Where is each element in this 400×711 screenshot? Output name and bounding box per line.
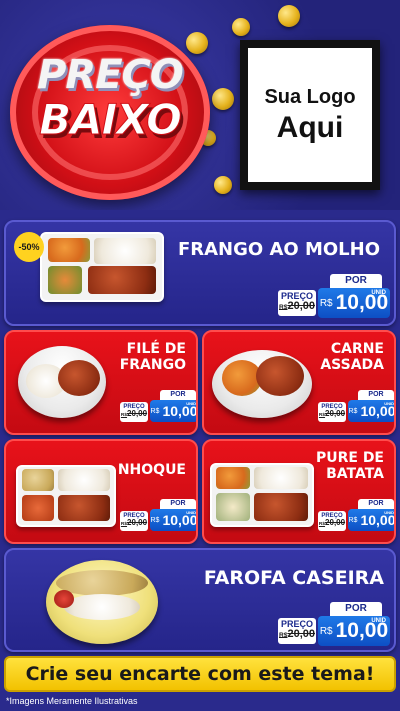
product-name: CARNE ASSADA (320, 341, 384, 373)
headline: PREÇO BAIXO (10, 55, 210, 141)
new-price: R$ 10,00 UNID (348, 400, 394, 422)
logo-text-line2: Aqui (276, 110, 344, 144)
food-image (16, 465, 116, 527)
old-price: PREÇO R$20,00 (318, 402, 346, 422)
food-image (18, 346, 106, 418)
product-card-file-de-frango[interactable]: FILÉ DE FRANGO POR PREÇO R$20,00 R$ 10,0… (4, 330, 198, 435)
product-card-farofa-caseira[interactable]: FAROFA CASEIRA POR PREÇO R$20,00 R$ 10,0… (4, 548, 396, 652)
food-image (46, 560, 158, 644)
header-banner: PREÇO BAIXO Sua Logo Aqui (0, 0, 400, 210)
por-label: POR (330, 602, 382, 616)
coin-icon (212, 88, 234, 110)
food-image (210, 463, 314, 527)
new-price: R$ 10,00 UNID (150, 509, 196, 531)
product-card-nhoque[interactable]: NHOQUE POR PREÇO R$20,00 R$ 10,00 UNID (4, 439, 198, 544)
por-label: POR (160, 390, 196, 400)
headline-line2: BAIXO (39, 95, 183, 144)
product-card-frango-ao-molho[interactable]: -50% FRANGO AO MOLHO POR PREÇO R$20,00 R… (4, 220, 396, 326)
product-name: FAROFA CASEIRA (203, 567, 384, 589)
food-image (40, 232, 164, 302)
disclaimer-text: *Imagens Meramente Ilustrativas (6, 696, 138, 706)
old-price: PREÇO R$20,00 (278, 618, 316, 644)
product-card-carne-assada[interactable]: CARNE ASSADA POR PREÇO R$20,00 R$ 10,00 … (202, 330, 396, 435)
old-price: PREÇO R$20,00 (120, 511, 148, 531)
por-label: POR (358, 499, 394, 509)
product-name: PURE DE BATATA (315, 450, 384, 482)
por-label: POR (358, 390, 394, 400)
new-price: R$ 10,00 UNID (150, 400, 196, 422)
old-price: PREÇO R$20,00 (278, 290, 316, 316)
price-tag: POR PREÇO R$20,00 R$ 10,00 UNID (278, 602, 392, 648)
product-name: NHOQUE (117, 462, 186, 478)
coin-icon (232, 18, 250, 36)
coin-icon (186, 32, 208, 54)
new-price: R$ 10,00 UNID (348, 509, 394, 531)
product-name: FRANGO AO MOLHO (177, 239, 380, 260)
price-tag: POR PREÇO R$20,00 R$ 10,00 UNID (318, 390, 394, 424)
new-price: R$ 10,00 UNID (318, 288, 390, 318)
price-tag: POR PREÇO R$20,00 R$ 10,00 UNID (120, 390, 196, 424)
por-label: POR (330, 274, 382, 288)
logo-text-line1: Sua Logo (264, 85, 356, 108)
price-tag: POR PREÇO R$20,00 R$ 10,00 UNID (120, 499, 196, 533)
food-image (212, 350, 312, 418)
coin-icon (278, 5, 300, 27)
coin-icon (214, 176, 232, 194)
logo-placeholder[interactable]: Sua Logo Aqui (240, 40, 380, 190)
old-price: PREÇO R$20,00 (120, 402, 148, 422)
discount-badge: -50% (14, 232, 44, 262)
headline-line1: PREÇO (37, 52, 184, 98)
product-card-pure-de-batata[interactable]: PURE DE BATATA POR PREÇO R$20,00 R$ 10,0… (202, 439, 396, 544)
old-price: PREÇO R$20,00 (318, 511, 346, 531)
new-price: R$ 10,00 UNID (318, 616, 390, 646)
product-name: FILÉ DE FRANGO (119, 341, 186, 373)
cta-banner[interactable]: Crie seu encarte com este tema! (4, 656, 396, 692)
price-tag: POR PREÇO R$20,00 R$ 10,00 UNID (278, 274, 392, 320)
price-tag: POR PREÇO R$20,00 R$ 10,00 UNID (318, 499, 394, 533)
por-label: POR (160, 499, 196, 509)
